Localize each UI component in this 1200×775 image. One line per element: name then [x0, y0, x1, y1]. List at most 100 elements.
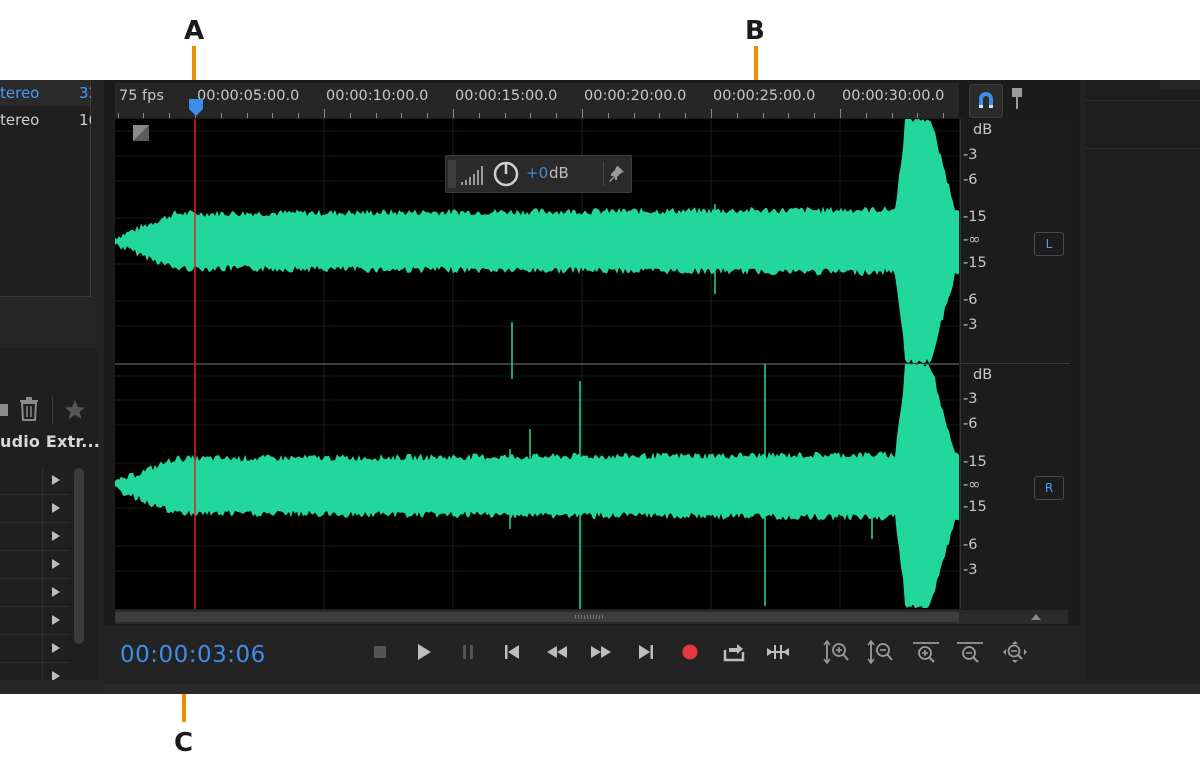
time-label: 00:00:20:00.0	[584, 88, 687, 104]
skip-forward-icon[interactable]	[633, 640, 659, 664]
marker-pin-icon[interactable]	[1008, 86, 1026, 112]
chevron-right-icon[interactable]	[42, 579, 69, 606]
file-row-2[interactable]: tereo 16	[0, 107, 91, 133]
right-panel	[1085, 80, 1200, 680]
ruler-tick	[736, 113, 738, 118]
folder-icon[interactable]	[0, 404, 8, 416]
ruler-tick	[762, 113, 764, 118]
chevron-right-icon[interactable]	[42, 551, 69, 578]
chevron-up-icon[interactable]	[1031, 614, 1041, 620]
chevron-right-icon[interactable]	[42, 607, 69, 634]
ruler-tick	[530, 113, 532, 118]
panel-edge	[0, 680, 104, 694]
chevron-right-icon[interactable]	[42, 495, 69, 522]
volume-bars-icon	[461, 166, 483, 185]
status-strip	[104, 684, 1200, 694]
db-scale: dB -3 -6 -15 -∞ -15 -6 -3 dB -3 -6 -15 -∞ -15 -6 -3 L R	[960, 119, 1070, 609]
loop-playback-icon[interactable]	[721, 640, 747, 664]
effect-row[interactable]	[0, 495, 70, 523]
ruler-tick	[453, 109, 454, 118]
file-row-1[interactable]: tereo 32	[0, 80, 91, 106]
channel-left-badge[interactable]: L	[1034, 232, 1064, 256]
ruler-tick	[169, 113, 171, 118]
zoom-out-full-icon[interactable]	[1000, 640, 1030, 664]
scroll-grip	[575, 615, 605, 619]
chevron-right-icon[interactable]	[42, 467, 69, 494]
play-icon[interactable]	[411, 640, 437, 664]
snap-toggle-button[interactable]	[969, 84, 1003, 118]
ruler-tick	[427, 113, 429, 118]
file-channel-label: tereo	[0, 111, 40, 129]
effect-row[interactable]	[0, 523, 70, 551]
db-label: dB	[973, 122, 993, 138]
gain-value[interactable]: +0	[526, 164, 548, 182]
ruler-tick	[349, 113, 351, 118]
effect-row[interactable]	[0, 551, 70, 579]
file-channel-label: tereo	[0, 84, 40, 102]
db-label: -∞	[963, 232, 981, 248]
chevron-right-icon[interactable]	[42, 523, 69, 550]
ruler-tick	[607, 113, 609, 118]
files-panel: tereo 32 tereo 16	[0, 80, 91, 297]
ruler-tick	[943, 113, 945, 118]
rewind-icon[interactable]	[544, 640, 570, 664]
effect-name-label: udio Extr...	[0, 432, 101, 451]
effects-scrollbar[interactable]	[74, 468, 84, 644]
zoom-in-amplitude-icon[interactable]	[823, 640, 853, 664]
db-label: -6	[963, 172, 978, 188]
zoom-out-amplitude-icon[interactable]	[867, 640, 897, 664]
horizontal-scrollbar[interactable]	[115, 610, 1068, 624]
pin-icon[interactable]	[609, 165, 625, 183]
file-sample-rate: 16	[79, 111, 91, 129]
ruler-tick	[504, 113, 506, 118]
db-label: dB	[973, 367, 993, 383]
fade-handle-icon[interactable]	[131, 123, 151, 143]
effect-row[interactable]	[0, 607, 70, 635]
channel-right-badge[interactable]: R	[1034, 476, 1064, 500]
gain-knob[interactable]	[492, 160, 520, 188]
right-panel-divider	[1085, 148, 1200, 149]
ruler-tick	[788, 113, 790, 118]
skip-selection-icon[interactable]	[765, 640, 791, 664]
panel-divider	[0, 297, 97, 347]
ruler-tick	[401, 113, 403, 118]
effect-row[interactable]	[0, 635, 70, 663]
ruler-tick	[143, 113, 145, 118]
ruler-tick	[375, 113, 377, 118]
callout-c: C	[174, 728, 194, 758]
time-label: 00:00:05:00.0	[197, 88, 300, 104]
ruler-tick	[917, 113, 919, 118]
effect-row[interactable]	[0, 579, 70, 607]
stop-icon[interactable]	[367, 640, 393, 664]
ruler-tick	[814, 113, 816, 118]
fps-label: 75 fps	[119, 88, 164, 104]
ruler-tick	[582, 109, 583, 118]
ruler-tick	[556, 113, 558, 118]
record-icon[interactable]	[677, 640, 703, 664]
chevron-right-icon[interactable]	[42, 635, 69, 662]
effect-row[interactable]	[0, 467, 70, 495]
current-time-display[interactable]: 00:00:03:06	[120, 642, 266, 668]
ruler-tick	[711, 109, 712, 118]
zoom-in-time-icon[interactable]	[911, 640, 941, 664]
gain-hud[interactable]: +0 dB	[445, 155, 632, 193]
skip-back-icon[interactable]	[499, 640, 525, 664]
ruler-tick	[633, 113, 635, 118]
trash-icon[interactable]	[18, 396, 40, 422]
ruler-tick	[246, 113, 248, 118]
scroll-thumb[interactable]	[115, 612, 959, 622]
time-label: 00:00:10:00.0	[326, 88, 429, 104]
star-icon[interactable]	[63, 398, 87, 422]
ruler-tick	[659, 113, 661, 118]
pause-icon[interactable]	[455, 640, 481, 664]
db-label: -6	[963, 537, 978, 553]
time-label: 00:00:30:00.0	[842, 88, 945, 104]
ruler-tick	[324, 109, 325, 118]
timeline-ruler[interactable]: 75 fps 00:00:05:00.0 00:00:10:00.0 00:00…	[115, 83, 959, 118]
fast-forward-icon[interactable]	[588, 640, 614, 664]
callout-a: A	[184, 16, 205, 46]
playhead-handle[interactable]	[187, 97, 205, 117]
zoom-out-time-icon[interactable]	[955, 640, 985, 664]
ruler-tick	[272, 113, 274, 118]
hud-grip[interactable]	[448, 160, 456, 188]
